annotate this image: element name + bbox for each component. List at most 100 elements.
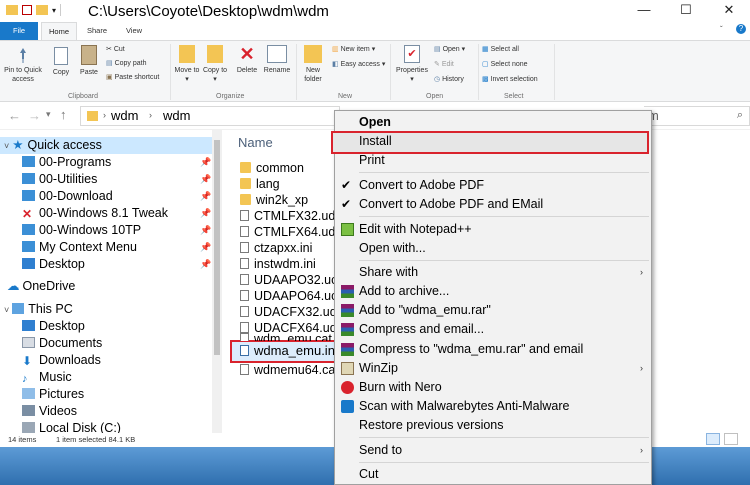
edit-button[interactable]: ✎ Edit [434, 60, 454, 70]
nav-item-my-context-menu[interactable]: My Context Menu [22, 239, 137, 256]
tab-home[interactable]: Home [41, 22, 77, 40]
nav-pc-documents[interactable]: Documents [22, 335, 102, 352]
nav-pc-music[interactable]: ♪ Music [22, 369, 72, 386]
pin-icon[interactable]: 📌 [200, 157, 211, 168]
file-item-lang[interactable]: lang [240, 176, 335, 192]
invert-selection-button[interactable]: ▩ Invert selection [482, 75, 538, 85]
recent-locations-icon[interactable]: ▾ [46, 109, 51, 120]
tab-view[interactable]: View [118, 22, 150, 40]
nav-this-pc[interactable]: ˅ This PC [4, 301, 73, 318]
close-button[interactable]: ✕ [708, 0, 750, 22]
delete-button[interactable]: ✕ Delete [233, 45, 261, 75]
file-item-udaapo32[interactable]: UDAAPO32.uc [240, 272, 335, 288]
menu-item-send-to[interactable]: Send to › [335, 441, 651, 460]
menu-item-cut[interactable]: Cut [335, 465, 651, 484]
nav-quick-access[interactable]: ˅ ★ Quick access [4, 137, 102, 154]
file-item-wdmemu64[interactable]: wdmemu64.ca [240, 362, 335, 378]
pin-quick-access-button[interactable]: Pin to Quick access [2, 47, 44, 84]
pin-icon[interactable]: 📌 [200, 191, 211, 202]
nav-pc-videos[interactable]: Videos [22, 403, 77, 420]
nav-pc-local-disk[interactable]: Local Disk (C:) [22, 420, 121, 433]
menu-item-share-with[interactable]: Share with › [335, 263, 651, 282]
tab-file[interactable]: File [0, 22, 38, 40]
file-item-instwdm[interactable]: instwdm.ini [240, 256, 335, 272]
help-icon[interactable]: ? [736, 24, 746, 34]
file-item-win2k-xp[interactable]: win2k_xp [240, 192, 335, 208]
menu-item-restore-previous[interactable]: Restore previous versions [335, 416, 651, 435]
menu-item-scan-malwarebytes[interactable]: Scan with Malwarebytes Anti-Malware [335, 397, 651, 416]
minimize-button[interactable]: — [623, 0, 665, 22]
back-arrow-icon[interactable]: ← [8, 108, 21, 123]
copy-path-button[interactable]: ▤ Copy path [106, 59, 146, 69]
file-item-ctmlfx64[interactable]: CTMLFX64.uda [240, 224, 335, 240]
nav-item-00-utilities[interactable]: 00-Utilities [22, 171, 97, 188]
pin-icon[interactable]: 📌 [200, 259, 211, 270]
file-item-wdm-emu-cat[interactable]: wdm_emu.cat [240, 331, 335, 341]
maximize-button[interactable]: ☐ [665, 0, 707, 22]
menu-item-compress-rar-email[interactable]: Compress to "wdma_emu.rar" and email [335, 340, 651, 359]
nav-item-00-windows-10tp[interactable]: 00-Windows 10TP [22, 222, 141, 239]
easy-access-button[interactable]: ◧ Easy access ▾ [332, 60, 385, 70]
rename-button[interactable]: Rename [262, 45, 292, 75]
nav-pc-desktop[interactable]: Desktop [22, 318, 85, 335]
properties-button[interactable]: ✔ Properties ▾ [394, 45, 430, 84]
breadcrumb-wdm[interactable]: wdm [111, 108, 138, 123]
file-item-ctzapxx[interactable]: ctzapxx.ini [240, 240, 335, 256]
up-arrow-icon[interactable]: ↑ [60, 107, 67, 122]
paste-shortcut-button[interactable]: ▣ Paste shortcut [106, 73, 159, 83]
properties-icon[interactable] [22, 5, 32, 15]
nav-item-00-download[interactable]: 00-Download [22, 188, 113, 205]
file-item-udaapo64[interactable]: UDAAPO64.uc [240, 288, 335, 304]
paste-button[interactable]: Paste [76, 45, 102, 77]
menu-item-print[interactable]: Print [335, 151, 651, 170]
menu-item-convert-pdf-email[interactable]: ✔ Convert to Adobe PDF and EMail [335, 195, 651, 214]
large-icons-view-icon[interactable] [724, 433, 738, 445]
nav-onedrive[interactable]: ☁ OneDrive [4, 278, 75, 295]
move-to-button[interactable]: Move to ▾ [174, 45, 200, 84]
new-folder-button[interactable]: New folder [300, 45, 326, 84]
open-button[interactable]: ▤ Open ▾ [434, 45, 465, 55]
file-item-udacfx32[interactable]: UDACFX32.uda [240, 304, 335, 320]
menu-item-convert-pdf[interactable]: ✔ Convert to Adobe PDF [335, 176, 651, 195]
search-box[interactable]: m ⌕ [644, 106, 750, 126]
forward-arrow-icon[interactable]: → [28, 108, 41, 123]
dropdown-icon[interactable]: ▾ [52, 6, 56, 15]
menu-item-open-with[interactable]: Open with... [335, 239, 651, 258]
history-button[interactable]: ◷ History [434, 75, 464, 85]
pin-icon[interactable]: 📌 [200, 242, 211, 253]
menu-item-burn-nero[interactable]: Burn with Nero [335, 378, 651, 397]
nav-scrollbar-thumb[interactable] [214, 140, 220, 355]
nav-item-00-programs[interactable]: 00-Programs [22, 154, 111, 171]
file-item-common[interactable]: common [240, 160, 335, 176]
file-item-ctmlfx32[interactable]: CTMLFX32.uda [240, 208, 335, 224]
copy-to-button[interactable]: Copy to ▾ [202, 45, 228, 84]
tab-share[interactable]: Share [81, 22, 113, 40]
menu-item-compress-email[interactable]: Compress and email... [335, 320, 651, 339]
column-header-name[interactable]: Name [238, 135, 273, 150]
breadcrumb-wdm-current[interactable]: wdm [163, 108, 190, 123]
new-folder-icon[interactable] [36, 5, 48, 15]
copy-button[interactable]: Copy [48, 47, 74, 77]
new-item-button[interactable]: ▥ New item ▾ [332, 45, 375, 55]
menu-item-open[interactable]: Open [335, 113, 651, 132]
cut-button[interactable]: ✂ Cut [106, 45, 125, 55]
details-view-icon[interactable] [706, 433, 720, 445]
menu-item-install[interactable]: Install [335, 132, 651, 151]
pin-icon[interactable]: 📌 [200, 225, 211, 236]
pin-icon[interactable]: 📌 [200, 208, 211, 219]
nav-item-desktop[interactable]: Desktop [22, 256, 85, 273]
menu-item-add-rar[interactable]: Add to "wdma_emu.rar" [335, 301, 651, 320]
file-item-wdma-emu-ini[interactable]: wdma_emu.ini [240, 343, 335, 359]
search-icon[interactable]: ⌕ [737, 109, 743, 122]
menu-item-winzip[interactable]: WinZip › [335, 359, 651, 378]
menu-item-edit-notepad[interactable]: Edit with Notepad++ [335, 220, 651, 239]
select-all-button[interactable]: ▦ Select all [482, 45, 519, 55]
nav-item-00-windows-81-tweak[interactable]: ✕ 00-Windows 8.1 Tweak [22, 205, 168, 222]
nav-pc-pictures[interactable]: Pictures [22, 386, 84, 403]
pin-icon[interactable]: 📌 [200, 174, 211, 185]
select-none-button[interactable]: ▢ Select none [482, 60, 528, 70]
menu-item-add-archive[interactable]: Add to archive... [335, 282, 651, 301]
collapse-ribbon-icon[interactable]: ˇ [720, 25, 723, 34]
address-box[interactable]: › wdm › wdm [80, 106, 340, 126]
nav-pc-downloads[interactable]: ⬇ Downloads [22, 352, 101, 369]
